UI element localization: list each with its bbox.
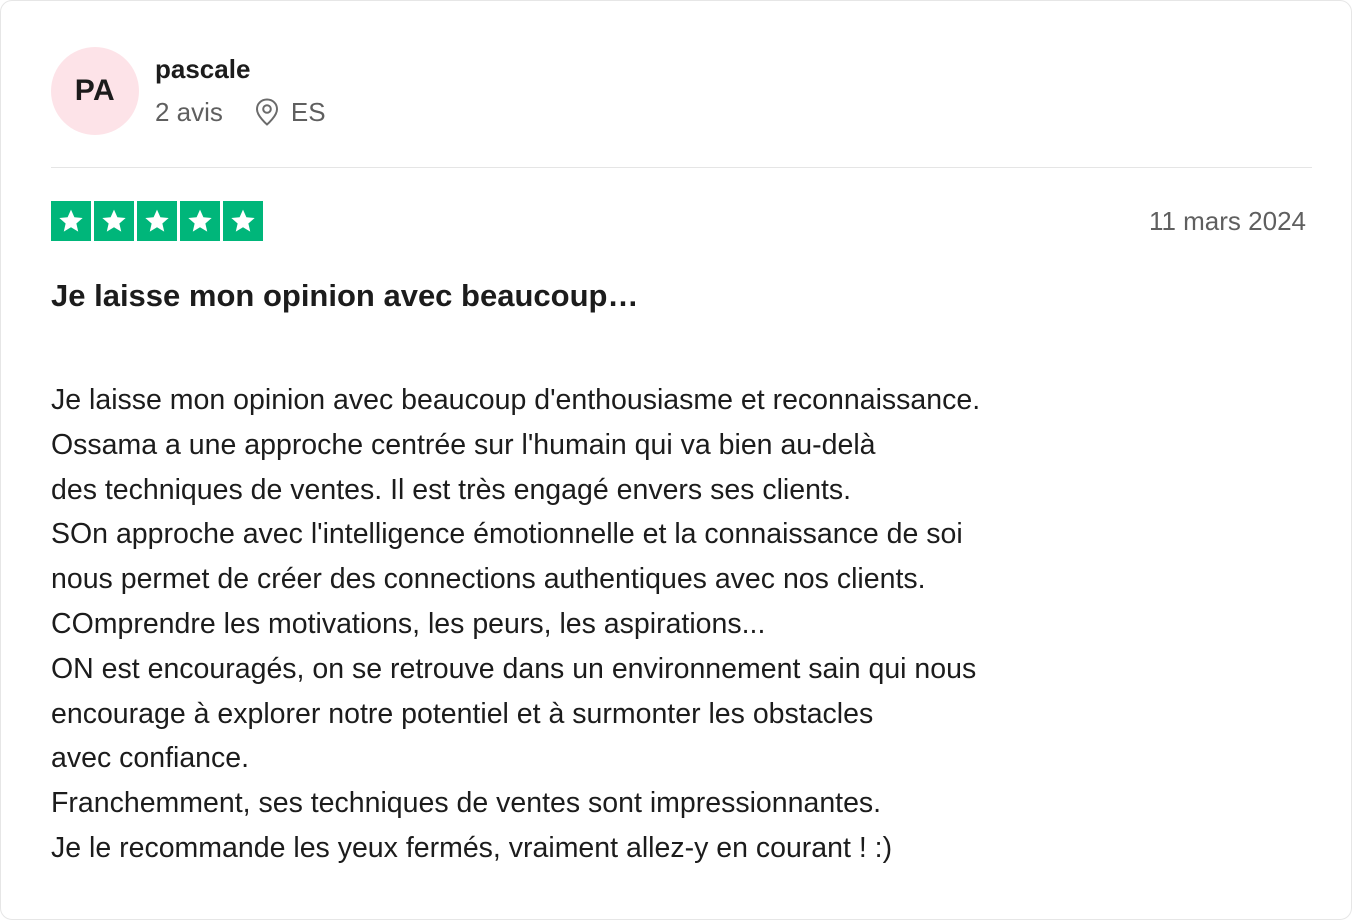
reviewer-info: pascale 2 avis ES <box>155 53 326 128</box>
star-icon <box>180 201 220 241</box>
avatar-initials: PA <box>74 74 116 107</box>
review-text-line: COmprendre les motivations, les peurs, l… <box>51 607 766 640</box>
star-icon <box>137 201 177 241</box>
review-text-line: encourage à explorer notre potentiel et … <box>51 697 874 730</box>
avatar[interactable]: PA <box>51 47 139 135</box>
review-text-line: avec confiance. <box>51 742 250 775</box>
star-icon <box>51 201 91 241</box>
review-text-line: Je laisse mon opinion avec beaucoup d'en… <box>51 384 981 416</box>
review-date: 11 mars 2024 <box>1148 206 1306 236</box>
review-title[interactable]: Je laisse mon opinion avec beaucoup… <box>51 277 638 315</box>
review-count: 2 avis <box>155 96 223 127</box>
reviewer-header: PA pascale 2 avis ES <box>51 47 326 135</box>
review-text-line: Ossama a une approche centrée sur l'huma… <box>51 428 876 461</box>
star-icon <box>94 201 134 241</box>
reviewer-meta: 2 avis ES <box>155 96 326 128</box>
review-text-line: nous permet de créer des connections aut… <box>51 563 926 596</box>
review-text-line: Franchemment, ses techniques de ventes s… <box>51 787 882 820</box>
divider <box>51 167 1312 168</box>
review-text-line: Je le recommande les yeux fermés, vraime… <box>51 831 893 864</box>
review-card: PA pascale 2 avis ES 11 mars 2024 Je lai… <box>0 0 1352 920</box>
reviewer-name[interactable]: pascale <box>155 53 326 85</box>
location-pin-icon <box>255 97 279 126</box>
review-text-line: des techniques de ventes. Il est très en… <box>51 473 852 506</box>
review-text-line: SOn approche avec l'intelligence émotion… <box>51 518 963 551</box>
review-body: Je laisse mon opinion avec beaucoup d'en… <box>51 378 1291 871</box>
review-text-line: ON est encouragés, on se retrouve dans u… <box>51 652 977 685</box>
star-rating <box>51 201 263 241</box>
star-icon <box>223 201 263 241</box>
reviewer-country: ES <box>290 96 326 127</box>
